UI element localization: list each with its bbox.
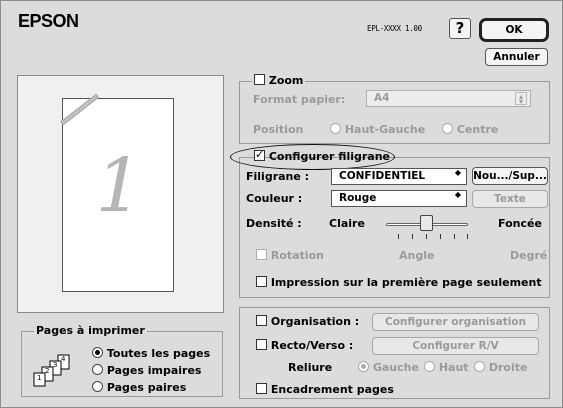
density-high-label: Foncée	[498, 217, 542, 230]
first-page-only-row[interactable]: Impression sur la première page seulemen…	[256, 276, 542, 289]
frame-label: Encadrement pages	[270, 383, 394, 396]
rotation-row[interactable]: Rotation	[256, 249, 324, 262]
angle-label: Angle	[399, 249, 435, 262]
frame-row[interactable]: Encadrement pages	[256, 383, 394, 396]
paper-format-value: A4	[374, 92, 390, 104]
binding-radio-right[interactable]	[474, 361, 485, 372]
density-tick	[467, 234, 468, 239]
position-option-top-left[interactable]: Haut-Gauche	[330, 123, 425, 136]
binding-label: Reliure	[288, 361, 333, 374]
pages-option-all[interactable]: Toutes les pages	[92, 347, 210, 360]
position-radio-top-left[interactable]	[330, 123, 341, 134]
page-icon-number-3: 3	[53, 361, 58, 369]
color-select[interactable]: Rouge ◆	[331, 190, 467, 207]
rotation-label: Rotation	[270, 249, 324, 262]
organisation-checkbox[interactable]	[256, 315, 267, 326]
position-option-center[interactable]: Centre	[442, 123, 498, 136]
text-button[interactable]: Texte	[472, 190, 548, 208]
pages-radio-all[interactable]	[92, 347, 103, 358]
filigrane-label: Filigrane :	[246, 170, 310, 183]
select-arrows-icon: ◆	[454, 168, 462, 177]
pages-radio-even[interactable]	[92, 381, 103, 392]
help-button[interactable]: ?	[449, 18, 471, 39]
page-icon-number-1: 1	[37, 374, 42, 382]
ok-button[interactable]: OK	[479, 18, 549, 42]
select-arrows-icon: ◆	[454, 190, 462, 199]
cancel-button[interactable]: Annuler	[485, 48, 548, 66]
page-preview: 1	[17, 75, 224, 313]
page-icon-number-4: 4	[61, 355, 66, 363]
color-label: Couleur :	[246, 192, 303, 205]
position-radio-center[interactable]	[442, 123, 453, 134]
watermark-label: Configurer filigrane	[268, 150, 391, 163]
frame-checkbox[interactable]	[256, 383, 267, 394]
organisation-row[interactable]: Organisation :	[256, 315, 359, 328]
filigrane-value: CONFIDENTIEL	[339, 170, 426, 182]
degree-label: Degré	[510, 249, 548, 262]
binding-option-top[interactable]: Haut	[424, 361, 469, 374]
configure-duplex-button[interactable]: Configurer R/V	[372, 337, 539, 355]
printer-dialog: EPSON EPL-XXXX 1.00 ? OK Annuler 1 Zoom …	[0, 0, 563, 408]
preview-paper: 1	[60, 93, 174, 292]
new-delete-button[interactable]: Nou.../Sup...	[472, 167, 548, 185]
zoom-checkbox[interactable]	[254, 74, 265, 85]
pages-option-odd[interactable]: Pages impaires	[92, 364, 201, 377]
color-value: Rouge	[339, 192, 377, 204]
watermark-checkbox-row[interactable]: Configurer filigrane	[252, 148, 392, 163]
zoom-checkbox-row[interactable]: Zoom	[252, 74, 306, 87]
zoom-label: Zoom	[268, 74, 304, 87]
rotation-checkbox[interactable]	[256, 249, 267, 260]
binding-option-left[interactable]: Gauche	[358, 361, 419, 374]
filigrane-select[interactable]: CONFIDENTIEL ◆	[331, 168, 467, 185]
first-page-only-checkbox[interactable]	[256, 276, 267, 287]
watermark-checkbox[interactable]	[254, 148, 265, 161]
binding-radio-left[interactable]	[358, 361, 369, 372]
pages-radio-odd[interactable]	[92, 364, 103, 375]
duplex-label: Recto/Verso :	[270, 339, 354, 352]
density-tick	[398, 234, 399, 239]
organisation-label: Organisation :	[270, 315, 360, 328]
preview-page-number: 1	[95, 143, 143, 229]
watermark-preview-mark	[60, 93, 100, 126]
density-label: Densité :	[246, 217, 302, 230]
position-label: Position	[253, 123, 304, 136]
density-tick	[426, 234, 427, 239]
model-version: EPL-XXXX 1.00	[367, 24, 422, 33]
binding-option-right[interactable]: Droite	[474, 361, 527, 374]
paper-format-select[interactable]: A4 ▴ ▾	[366, 90, 531, 107]
configure-organisation-button[interactable]: Configurer organisation	[372, 313, 539, 331]
density-low-label: Claire	[329, 217, 365, 230]
select-arrows-icon: ▴ ▾	[515, 92, 527, 106]
page-icon-number-2: 2	[45, 367, 50, 375]
duplex-row[interactable]: Recto/Verso :	[256, 339, 353, 352]
epson-logo: EPSON	[18, 11, 79, 31]
density-tick	[454, 234, 455, 239]
density-tick	[440, 234, 441, 239]
pages-option-even[interactable]: Pages paires	[92, 381, 186, 394]
binding-radio-top[interactable]	[424, 361, 435, 372]
duplex-checkbox[interactable]	[256, 339, 267, 350]
density-tick	[412, 234, 413, 239]
first-page-only-label: Impression sur la première page seulemen…	[270, 276, 542, 289]
pages-to-print-title: Pages à imprimer	[34, 324, 147, 337]
paper-format-label: Format papier:	[253, 93, 346, 106]
density-slider-thumb[interactable]	[420, 215, 433, 231]
